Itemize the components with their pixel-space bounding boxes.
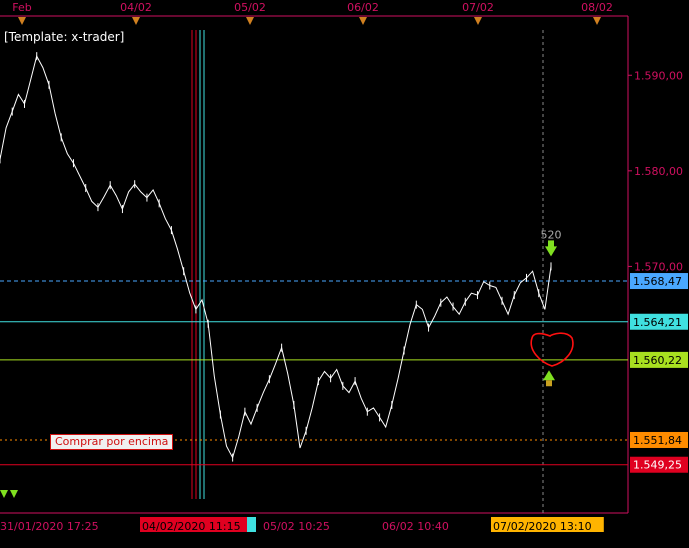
x-top-label: 06/02 [347,1,379,14]
x-top-label: 05/02 [234,1,266,14]
session-marker-icon [593,17,601,25]
y-tick-label: 1.570,00 [634,260,683,273]
x-top-label: 04/02 [120,1,152,14]
buy-arrow-stem [546,380,552,387]
x-bottom-label-bg [247,517,256,532]
price-series-line [0,54,552,459]
price-level-label: 1.568,47 [633,275,682,288]
x-bottom-label: 06/02 10:40 [382,520,449,533]
session-marker-icon [132,17,140,25]
annotation-circle [530,332,574,367]
y-tick-label: 1.590,00 [634,69,683,82]
session-marker-icon [246,17,254,25]
trade-count-label: 520 [541,228,562,241]
price-chart: 1.590,00 1.580,00 1.570,00 Feb 04/02 05/02 06/… [0,1,688,533]
comprar-label: Comprar por encima [50,434,174,450]
x-bottom-label: 07/02/2020 13:10 [493,520,592,533]
buy-arrow-down-icon [545,246,557,257]
session-marker-icon [359,17,367,25]
x-bottom-label: 31/01/2020 17:25 [0,520,99,533]
chart-container: 1.590,00 1.580,00 1.570,00 Feb 04/02 05/02 06/… [0,0,689,544]
session-marker-icon [474,17,482,25]
price-level-label: 1.551,84 [633,434,682,447]
price-level-label: 1.549,25 [633,459,682,472]
x-bottom-label: 05/02 10:25 [263,520,330,533]
price-level-label: 1.560,22 [633,354,682,367]
price-level-label: 1.564,21 [633,316,682,329]
session-marker-icon [18,17,26,25]
x-top-label: Feb [12,1,31,14]
buy-arrow-stem [548,240,554,248]
x-bottom-label: 04/02/2020 11:15 [142,520,241,533]
template-label: [Template: x-trader] [4,30,125,44]
x-top-label: 08/02 [581,1,613,14]
signal-arrow-icon [10,490,18,498]
signal-arrow-icon [0,490,8,498]
x-top-label: 07/02 [462,1,494,14]
y-tick-label: 1.580,00 [634,165,683,178]
buy-arrow-up-icon [543,370,555,381]
